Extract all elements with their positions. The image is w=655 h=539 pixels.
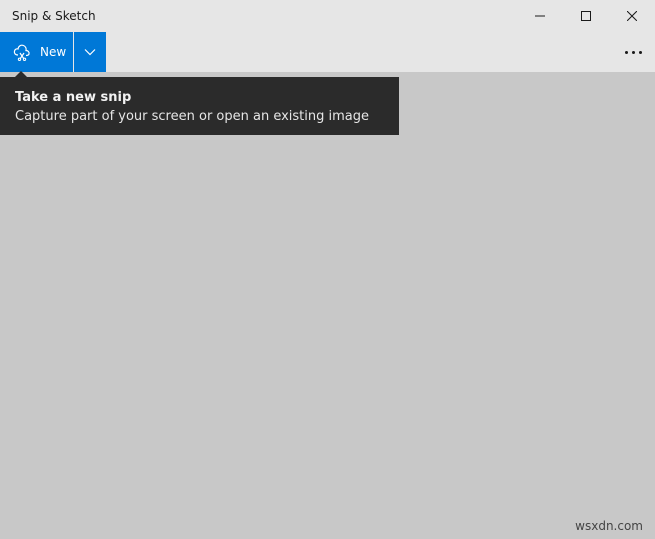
- new-button-label: New: [40, 45, 67, 59]
- new-snip-tooltip: Take a new snip Capture part of your scr…: [0, 77, 399, 135]
- window-controls: [517, 0, 655, 32]
- new-dropdown-button[interactable]: [74, 32, 106, 72]
- snip-icon: [13, 44, 30, 61]
- more-icon-dot: [638, 50, 642, 54]
- maximize-icon: [581, 11, 591, 21]
- title-bar: Snip & Sketch: [0, 0, 655, 32]
- canvas-area: wsxdn.com: [0, 72, 655, 539]
- tooltip-title: Take a new snip: [15, 90, 132, 105]
- tooltip-description: Capture part of your screen or open an e…: [15, 109, 370, 124]
- watermark-text: wsxdn.com: [575, 519, 643, 533]
- toolbar: New: [0, 32, 655, 72]
- close-icon: [627, 11, 637, 21]
- more-options-button[interactable]: [621, 40, 645, 64]
- minimize-button[interactable]: [517, 0, 563, 32]
- more-icon: [624, 50, 628, 54]
- chevron-down-icon: [84, 49, 96, 56]
- app-title: Snip & Sketch: [12, 9, 96, 23]
- new-snip-button[interactable]: New: [0, 32, 73, 72]
- maximize-button[interactable]: [563, 0, 609, 32]
- close-button[interactable]: [609, 0, 655, 32]
- minimize-icon: [535, 15, 545, 17]
- more-icon-dot: [631, 50, 635, 54]
